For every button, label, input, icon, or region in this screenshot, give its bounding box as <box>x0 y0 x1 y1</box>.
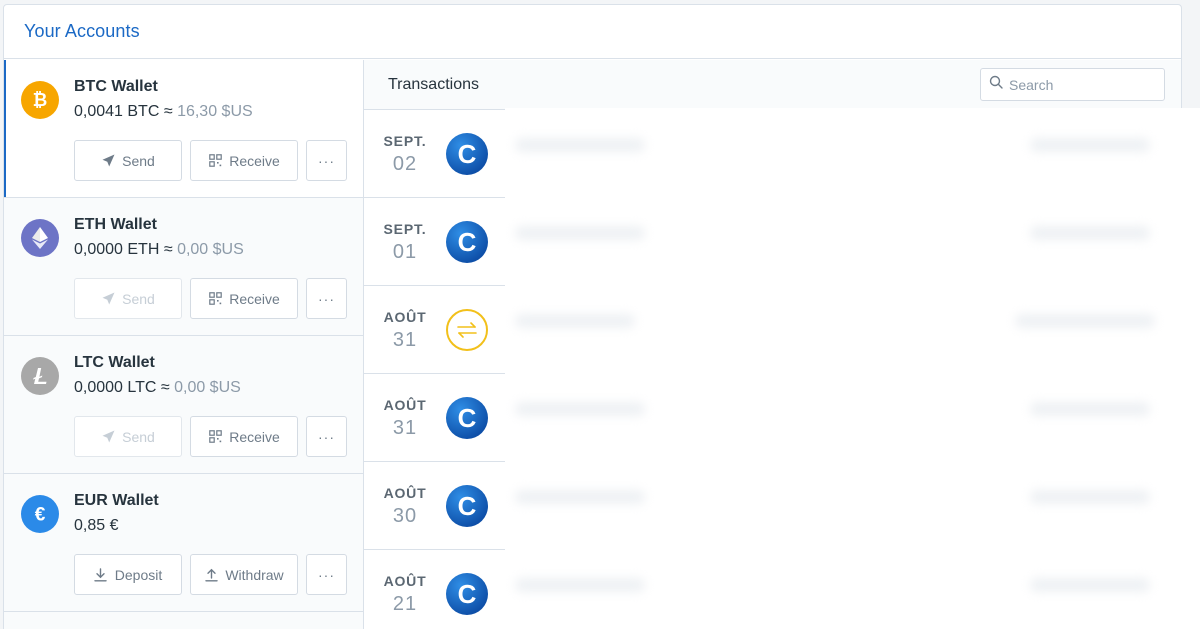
transactions-header: Transactions <box>364 60 1181 110</box>
transaction-month: AOÛT <box>383 309 427 325</box>
button-label: Send <box>122 152 155 169</box>
account-row[interactable]: ETH Wallet 0,0000 ETH ≈ 0,00 $US Send Recei… <box>4 198 363 336</box>
receive-button[interactable]: Receive <box>190 140 298 181</box>
account-row[interactable]: € EUR Wallet 0,85 € Deposit Withdraw ··· <box>4 474 363 612</box>
account-balance: 0,0000 ETH ≈ 0,00 $US <box>74 241 244 259</box>
account-actions: Send Receive ··· <box>74 278 347 319</box>
convert-icon <box>446 309 488 351</box>
coinbase-icon: C <box>446 485 488 527</box>
transaction-month: AOÛT <box>383 573 427 589</box>
button-label: Receive <box>229 428 280 445</box>
coinbase-glyph: C <box>457 138 477 169</box>
coinbase-icon: C <box>446 397 488 439</box>
more-options-button[interactable]: ··· <box>306 554 347 595</box>
more-icon: ··· <box>318 566 335 583</box>
more-icon: ··· <box>318 290 335 307</box>
page-title: Your Accounts <box>24 21 140 41</box>
coinbase-glyph: C <box>457 402 477 433</box>
withdraw-icon <box>204 568 218 582</box>
coinbase-glyph: C <box>457 578 477 609</box>
send-button[interactable]: Send <box>74 416 182 457</box>
send-icon <box>101 430 115 444</box>
send-button[interactable]: Send <box>74 140 182 181</box>
accounts-list: ₿ BTC Wallet 0,0041 BTC ≈ 16,30 $US Send Rec… <box>4 60 364 629</box>
transaction-day: 31 <box>392 329 418 351</box>
transactions-title: Transactions <box>388 75 479 93</box>
button-label: Receive <box>229 290 280 307</box>
receive-button[interactable]: Receive <box>190 278 298 319</box>
qr-code-icon <box>208 430 222 444</box>
coinbase-glyph: C <box>457 490 477 521</box>
crypto-amount: 0,0000 LTC ≈ <box>74 379 175 396</box>
crypto-amount: 0,0000 ETH ≈ <box>74 241 178 258</box>
blurred-transaction-details <box>505 108 1200 629</box>
coinbase-icon: C <box>446 133 488 175</box>
euro-icon: € <box>21 495 59 533</box>
coinbase-icon: C <box>446 573 488 615</box>
more-options-button[interactable]: ··· <box>306 140 347 181</box>
send-button[interactable]: Send <box>74 278 182 319</box>
transaction-day: 21 <box>392 593 418 615</box>
transaction-day: 31 <box>392 417 418 439</box>
button-label: Deposit <box>114 566 163 583</box>
coinbase-icon: C <box>446 221 488 263</box>
transaction-date: AOÛT 31 <box>364 397 446 440</box>
transaction-month: SEPT. <box>383 221 427 237</box>
receive-button[interactable]: Receive <box>190 416 298 457</box>
transaction-month: AOÛT <box>383 485 427 501</box>
search-box[interactable] <box>980 68 1165 101</box>
withdraw-button[interactable]: Withdraw <box>190 554 298 595</box>
button-label: Send <box>122 290 155 307</box>
send-icon <box>101 154 115 168</box>
transaction-date: SEPT. 02 <box>364 133 446 176</box>
transaction-date: AOÛT 30 <box>364 485 446 528</box>
transaction-date: AOÛT 31 <box>364 309 446 352</box>
qr-code-icon <box>208 292 222 306</box>
transaction-day: 01 <box>392 241 418 263</box>
account-balance: 0,85 € <box>74 517 118 535</box>
transaction-day: 30 <box>392 505 418 527</box>
deposit-icon <box>94 567 108 582</box>
crypto-amount: 0,0041 BTC ≈ <box>74 103 178 120</box>
send-icon <box>101 292 115 306</box>
qr-code-icon <box>208 154 222 168</box>
fiat-amount: 0,00 $US <box>177 241 244 258</box>
more-options-button[interactable]: ··· <box>306 416 347 457</box>
button-label: Send <box>122 428 155 445</box>
account-row[interactable]: ₿ BTC Wallet 0,0041 BTC ≈ 16,30 $US Send Rec… <box>4 60 363 198</box>
search-input[interactable] <box>1009 76 1159 93</box>
transaction-month: SEPT. <box>383 133 427 149</box>
more-icon: ··· <box>318 152 335 169</box>
svg-text:€: € <box>35 505 46 526</box>
account-actions: Send Receive ··· <box>74 416 347 457</box>
account-actions: Send Receive ··· <box>74 140 347 181</box>
button-label: Withdraw <box>225 566 284 583</box>
bitcoin-icon: ₿ <box>21 81 59 119</box>
account-name: ETH Wallet <box>74 216 157 233</box>
button-label: Receive <box>229 152 280 169</box>
account-row[interactable]: LTC Wallet 0,0000 LTC ≈ 0,00 $US Send Recei… <box>4 336 363 474</box>
account-actions: Deposit Withdraw ··· <box>74 554 347 595</box>
fiat-amount: 0,00 $US <box>174 379 241 396</box>
more-icon: ··· <box>318 428 335 445</box>
ethereum-icon <box>21 219 59 257</box>
fiat-amount: 16,30 $US <box>177 103 253 120</box>
account-balance: 0,0041 BTC ≈ 16,30 $US <box>74 103 253 121</box>
deposit-button[interactable]: Deposit <box>74 554 182 595</box>
crypto-amount: 0,85 € <box>74 517 119 534</box>
account-name: BTC Wallet <box>74 78 158 95</box>
search-icon <box>989 75 1003 94</box>
transaction-date: SEPT. 01 <box>364 221 446 264</box>
account-name: LTC Wallet <box>74 354 155 371</box>
more-options-button[interactable]: ··· <box>306 278 347 319</box>
panel-header: Your Accounts <box>4 5 1181 59</box>
transaction-day: 02 <box>392 153 418 175</box>
transaction-month: AOÛT <box>383 397 427 413</box>
coinbase-glyph: C <box>457 226 477 257</box>
litecoin-icon <box>21 357 59 395</box>
account-name: EUR Wallet <box>74 492 159 509</box>
svg-text:₿: ₿ <box>33 90 48 110</box>
transaction-date: AOÛT 21 <box>364 573 446 616</box>
account-balance: 0,0000 LTC ≈ 0,00 $US <box>74 379 241 397</box>
